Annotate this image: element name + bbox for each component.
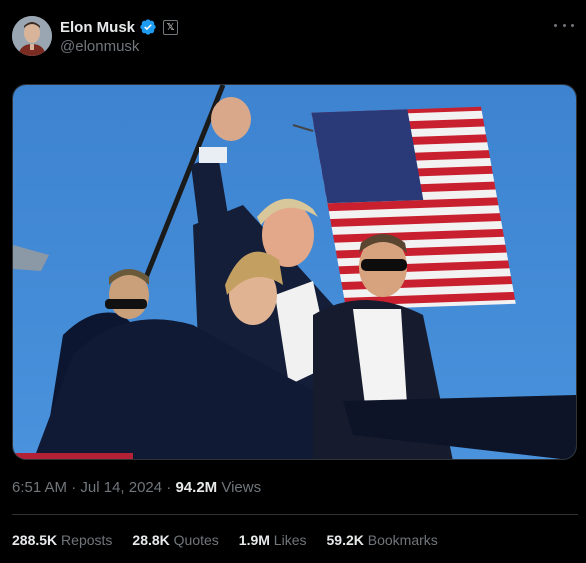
meta-separator: · xyxy=(67,479,81,496)
quotes-stat[interactable]: 28.8K Quotes xyxy=(132,532,218,548)
bookmarks-stat[interactable]: 59.2K Bookmarks xyxy=(327,532,438,548)
photo-image xyxy=(13,85,576,459)
avatar[interactable] xyxy=(12,16,52,56)
views-label: Views xyxy=(217,479,262,496)
tweet-photo[interactable] xyxy=(12,84,577,460)
display-name[interactable]: Elon Musk xyxy=(60,19,135,36)
reposts-stat[interactable]: 288.5K Reposts xyxy=(12,532,112,548)
views-count: 94.2M xyxy=(175,479,218,496)
more-options-icon[interactable] xyxy=(554,18,574,32)
likes-stat[interactable]: 1.9M Likes xyxy=(239,532,307,548)
engagement-stats: 288.5K Reposts 28.8K Quotes 1.9M Likes 5… xyxy=(12,532,438,548)
name-row: Elon Musk 𝕏 xyxy=(60,17,179,37)
tweet-date[interactable]: Jul 14, 2024 xyxy=(80,479,162,496)
avatar-image xyxy=(12,16,52,56)
tweet-time[interactable]: 6:51 AM xyxy=(12,479,67,496)
handle[interactable]: @elonmusk xyxy=(60,38,139,55)
divider xyxy=(12,514,578,515)
affiliate-badge-icon[interactable]: 𝕏 xyxy=(163,19,179,35)
tweet-header: Elon Musk 𝕏 @elonmusk xyxy=(12,14,578,58)
meta-separator: · xyxy=(162,479,176,496)
tweet-meta: 6:51 AM · Jul 14, 2024 · 94.2M Views xyxy=(12,479,261,496)
verified-badge-icon xyxy=(139,18,157,36)
